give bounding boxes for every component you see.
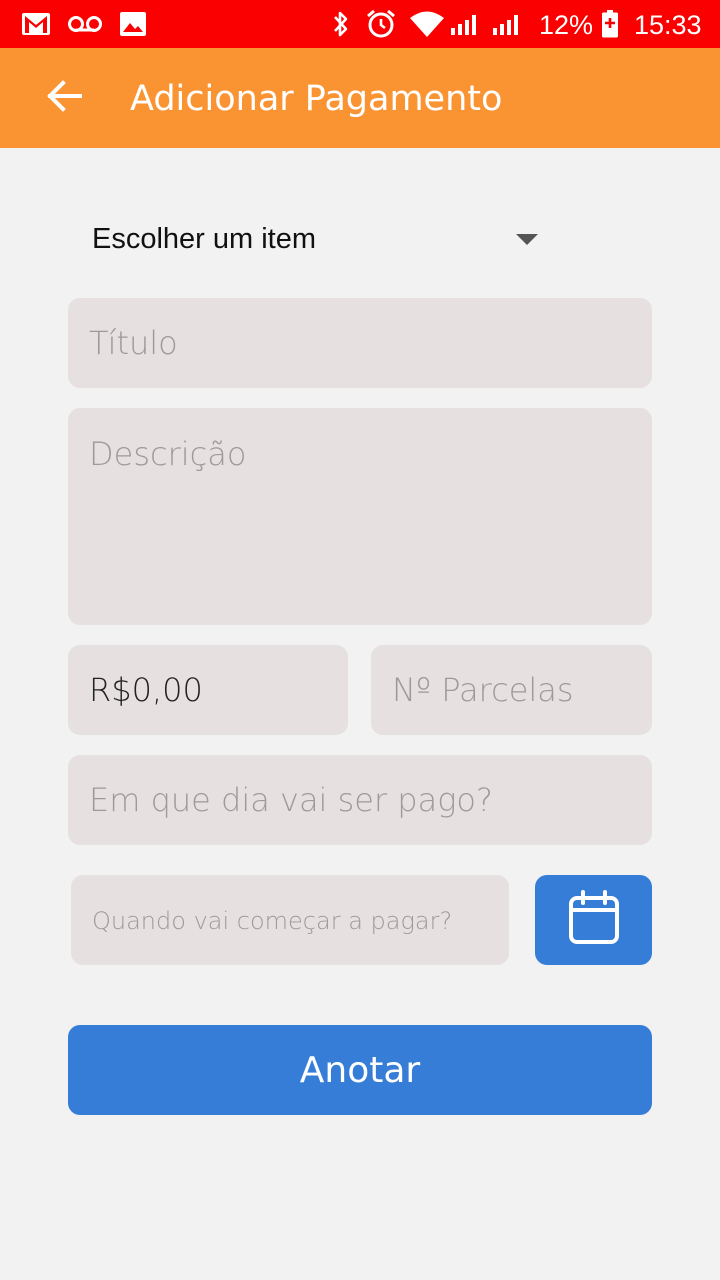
wifi-icon	[408, 9, 446, 39]
submit-button-label: Anotar	[299, 1049, 421, 1091]
start-date-input[interactable]: Quando vai começar a pagar?	[71, 875, 509, 965]
pay-day-input[interactable]: Em que dia vai ser pago?	[68, 755, 652, 845]
item-select-dropdown[interactable]: Escolher um item	[68, 206, 652, 272]
title-input[interactable]: Título	[68, 298, 652, 388]
amount-input-value: R$0,00	[89, 671, 203, 709]
calendar-button[interactable]	[535, 875, 652, 965]
installments-input-placeholder: Nº Parcelas	[392, 671, 574, 709]
amount-input[interactable]: R$0,00	[68, 645, 348, 735]
installments-input[interactable]: Nº Parcelas	[371, 645, 652, 735]
alarm-icon	[364, 9, 398, 39]
title-input-placeholder: Título	[89, 324, 178, 362]
page-title: Adicionar Pagamento	[130, 79, 503, 119]
submit-button[interactable]: Anotar	[68, 1025, 652, 1115]
pay-day-input-placeholder: Em que dia vai ser pago?	[89, 781, 493, 819]
gmail-icon	[20, 9, 52, 39]
description-input[interactable]: Descrição	[68, 408, 652, 625]
item-select-value: Escolher um item	[92, 223, 317, 255]
chevron-down-icon	[516, 234, 538, 245]
clock: 15:33	[634, 10, 702, 40]
app-bar: Adicionar Pagamento	[0, 48, 720, 148]
arrow-left-icon	[46, 80, 82, 116]
battery-percentage: 12%	[539, 10, 594, 40]
signal-icon	[450, 9, 480, 39]
calendar-icon	[568, 890, 620, 950]
signal-icon	[492, 9, 522, 39]
back-button[interactable]	[26, 74, 102, 122]
start-date-input-placeholder: Quando vai começar a pagar?	[92, 907, 453, 935]
description-input-placeholder: Descrição	[89, 435, 247, 473]
voicemail-icon	[66, 9, 104, 39]
bluetooth-icon	[328, 9, 354, 39]
status-bar: 12% 15:33	[0, 0, 720, 48]
battery-charging-icon	[598, 9, 622, 39]
image-icon	[118, 9, 148, 39]
